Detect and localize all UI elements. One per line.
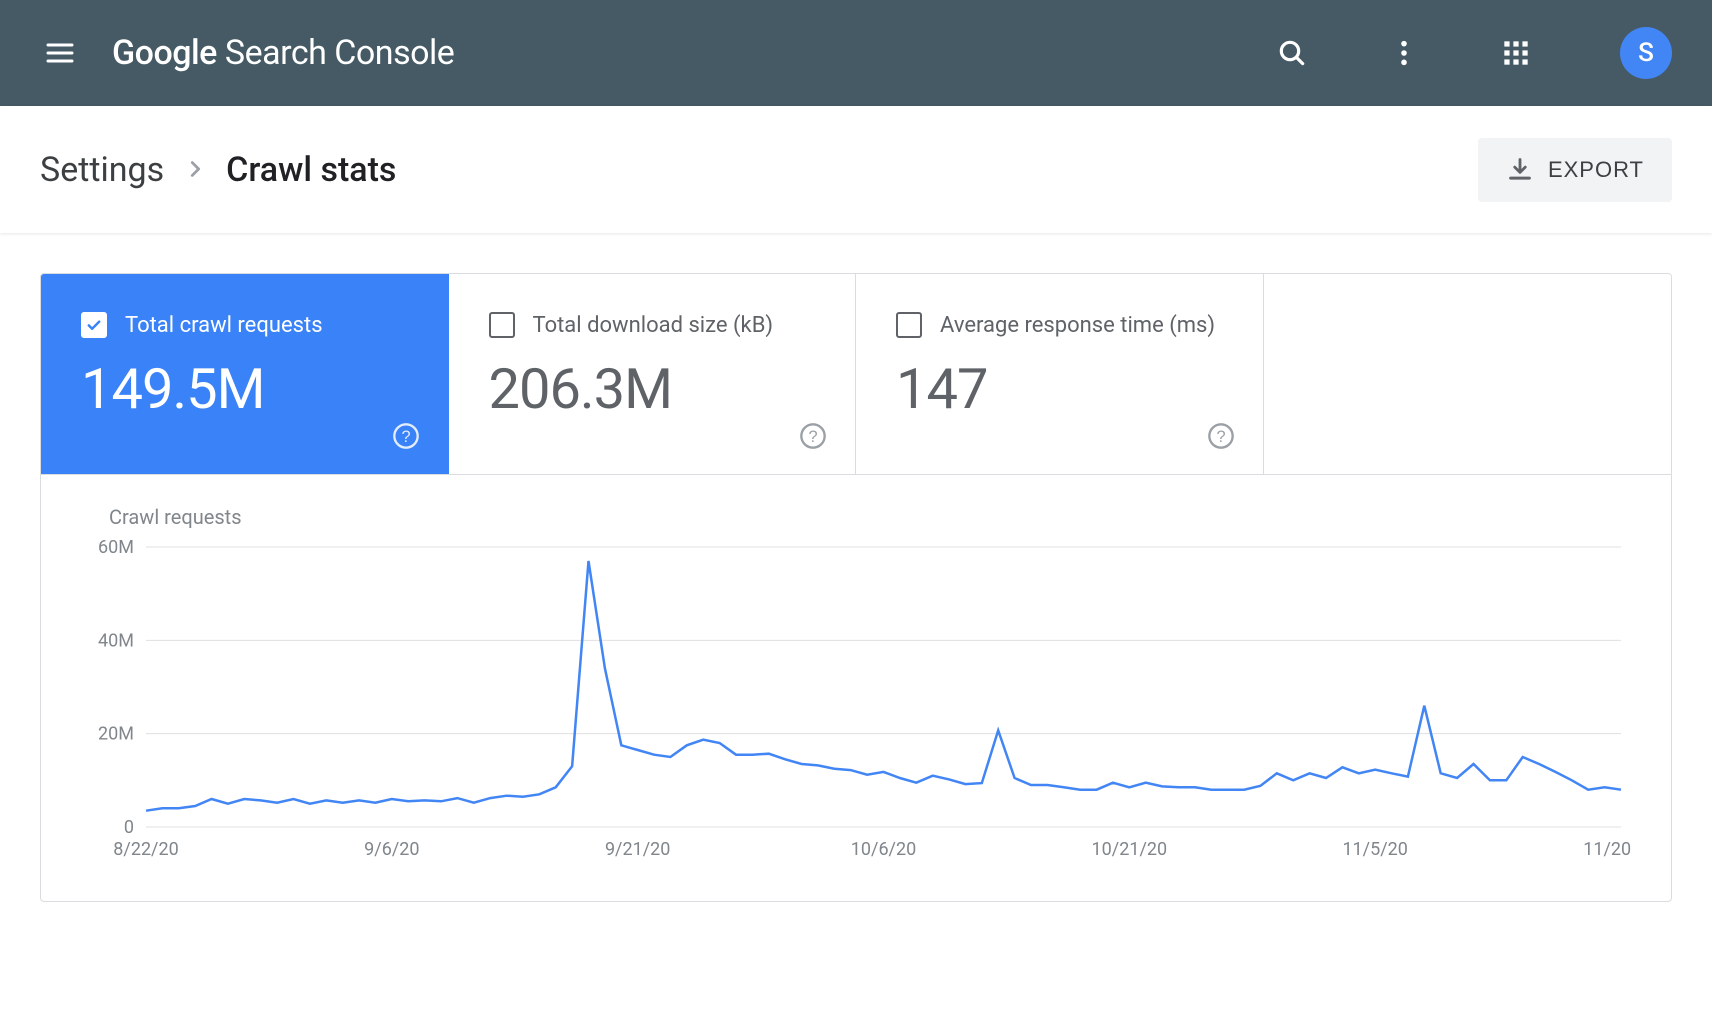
export-button-label: EXPORT (1548, 157, 1644, 183)
breadcrumb: Settings Crawl stats (40, 150, 396, 190)
chevron-right-icon (184, 154, 206, 187)
more-options-button[interactable] (1380, 29, 1428, 77)
svg-text:9/21/20: 9/21/20 (605, 839, 670, 860)
breadcrumb-parent-link[interactable]: Settings (40, 150, 164, 190)
svg-text:20M: 20M (98, 724, 134, 745)
chart-container: Crawl requests 0 20M 40M 60M 8/22/20 9/6/20 9/… (41, 475, 1671, 901)
metric-total-crawl-requests[interactable]: Total crawl requests 149.5M ? (41, 274, 449, 474)
metric-total-download-size[interactable]: Total download size (kB) 206.3M ? (449, 274, 857, 474)
download-icon (1506, 156, 1534, 184)
sub-header: Settings Crawl stats EXPORT (0, 106, 1712, 233)
more-vert-icon (1388, 37, 1420, 69)
svg-text:40M: 40M (98, 630, 134, 651)
svg-text:8/22/20: 8/22/20 (113, 839, 178, 860)
app-bar: Google Search Console S (0, 0, 1712, 106)
metric-label: Total crawl requests (125, 313, 323, 338)
svg-text:10/21/20: 10/21/20 (1092, 839, 1168, 860)
checkbox-unchecked-icon (489, 312, 515, 338)
svg-text:10/6/20: 10/6/20 (851, 839, 916, 860)
menu-icon (44, 37, 76, 69)
svg-text:9/6/20: 9/6/20 (364, 839, 419, 860)
logo-google-word: Google (112, 33, 217, 73)
svg-text:11/20/20: 11/20/20 (1583, 839, 1631, 860)
crawl-requests-line-chart: 0 20M 40M 60M 8/22/20 9/6/20 9/21/20 10/6/20 10/… (81, 537, 1631, 867)
google-apps-button[interactable] (1492, 29, 1540, 77)
metric-value: 206.3M (489, 356, 816, 422)
search-button[interactable] (1268, 29, 1316, 77)
avatar-initial: S (1638, 38, 1654, 68)
svg-text:?: ? (401, 428, 410, 446)
breadcrumb-current: Crawl stats (226, 150, 396, 190)
hamburger-menu-button[interactable] (40, 33, 80, 73)
profile-avatar[interactable]: S (1620, 27, 1672, 79)
metric-value: 149.5M (81, 356, 408, 422)
search-icon (1276, 37, 1308, 69)
metric-average-response-time[interactable]: Average response time (ms) 147 ? (856, 274, 1264, 474)
app-logo: Google Search Console (112, 33, 454, 73)
apps-grid-icon (1502, 39, 1530, 67)
help-icon[interactable]: ? (392, 422, 420, 450)
help-icon[interactable]: ? (1207, 422, 1235, 450)
metric-label: Average response time (ms) (940, 313, 1215, 338)
svg-text:60M: 60M (98, 537, 134, 558)
metric-value: 147 (896, 356, 1223, 422)
metric-blank (1264, 274, 1672, 474)
svg-text:?: ? (1216, 428, 1225, 446)
content-area: Total crawl requests 149.5M ? Total down… (0, 233, 1712, 942)
crawl-stats-card: Total crawl requests 149.5M ? Total down… (40, 273, 1672, 902)
logo-product-word: Search Console (225, 33, 454, 73)
export-button[interactable]: EXPORT (1478, 138, 1672, 202)
metric-tabs: Total crawl requests 149.5M ? Total down… (41, 274, 1671, 475)
checkbox-unchecked-icon (896, 312, 922, 338)
checkbox-checked-icon (81, 312, 107, 338)
help-icon[interactable]: ? (799, 422, 827, 450)
svg-text:?: ? (808, 428, 817, 446)
svg-text:0: 0 (124, 817, 134, 838)
svg-text:11/5/20: 11/5/20 (1342, 839, 1407, 860)
metric-label: Total download size (kB) (533, 313, 774, 338)
chart-title: Crawl requests (109, 505, 1631, 529)
